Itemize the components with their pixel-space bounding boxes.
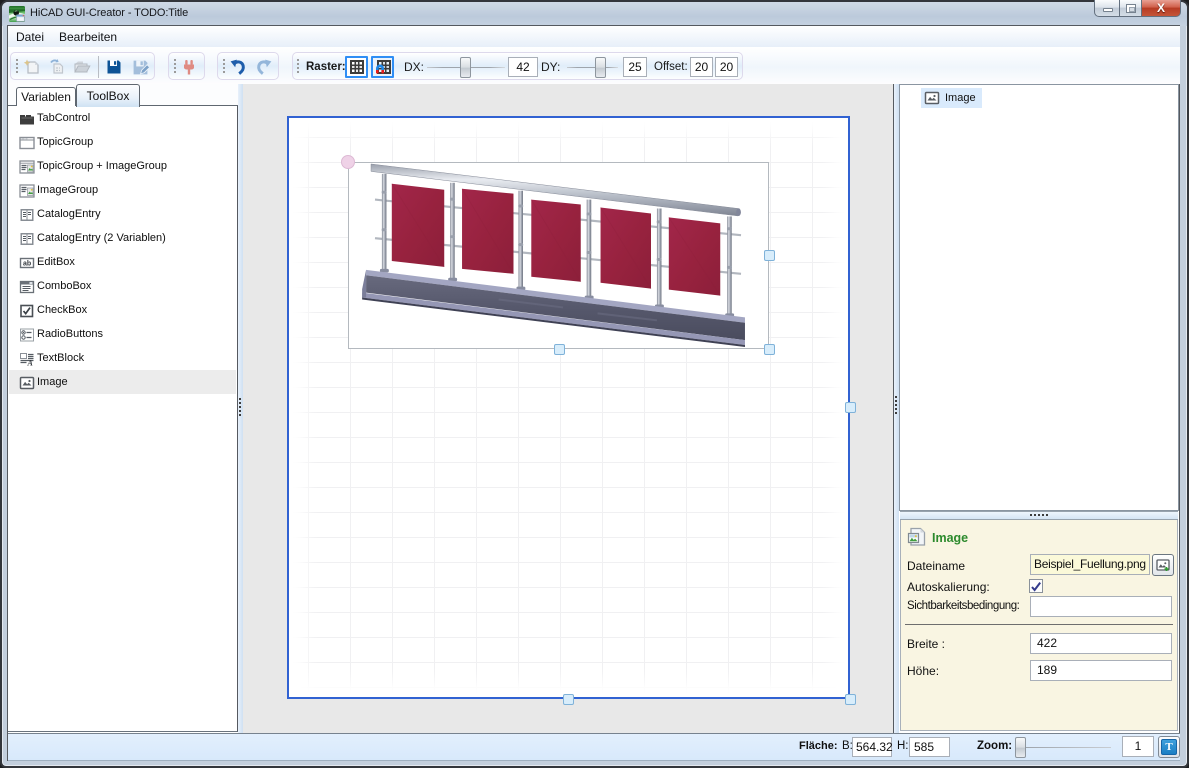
svg-text:ab: ab (23, 261, 31, 268)
svg-text:A: A (27, 359, 34, 368)
